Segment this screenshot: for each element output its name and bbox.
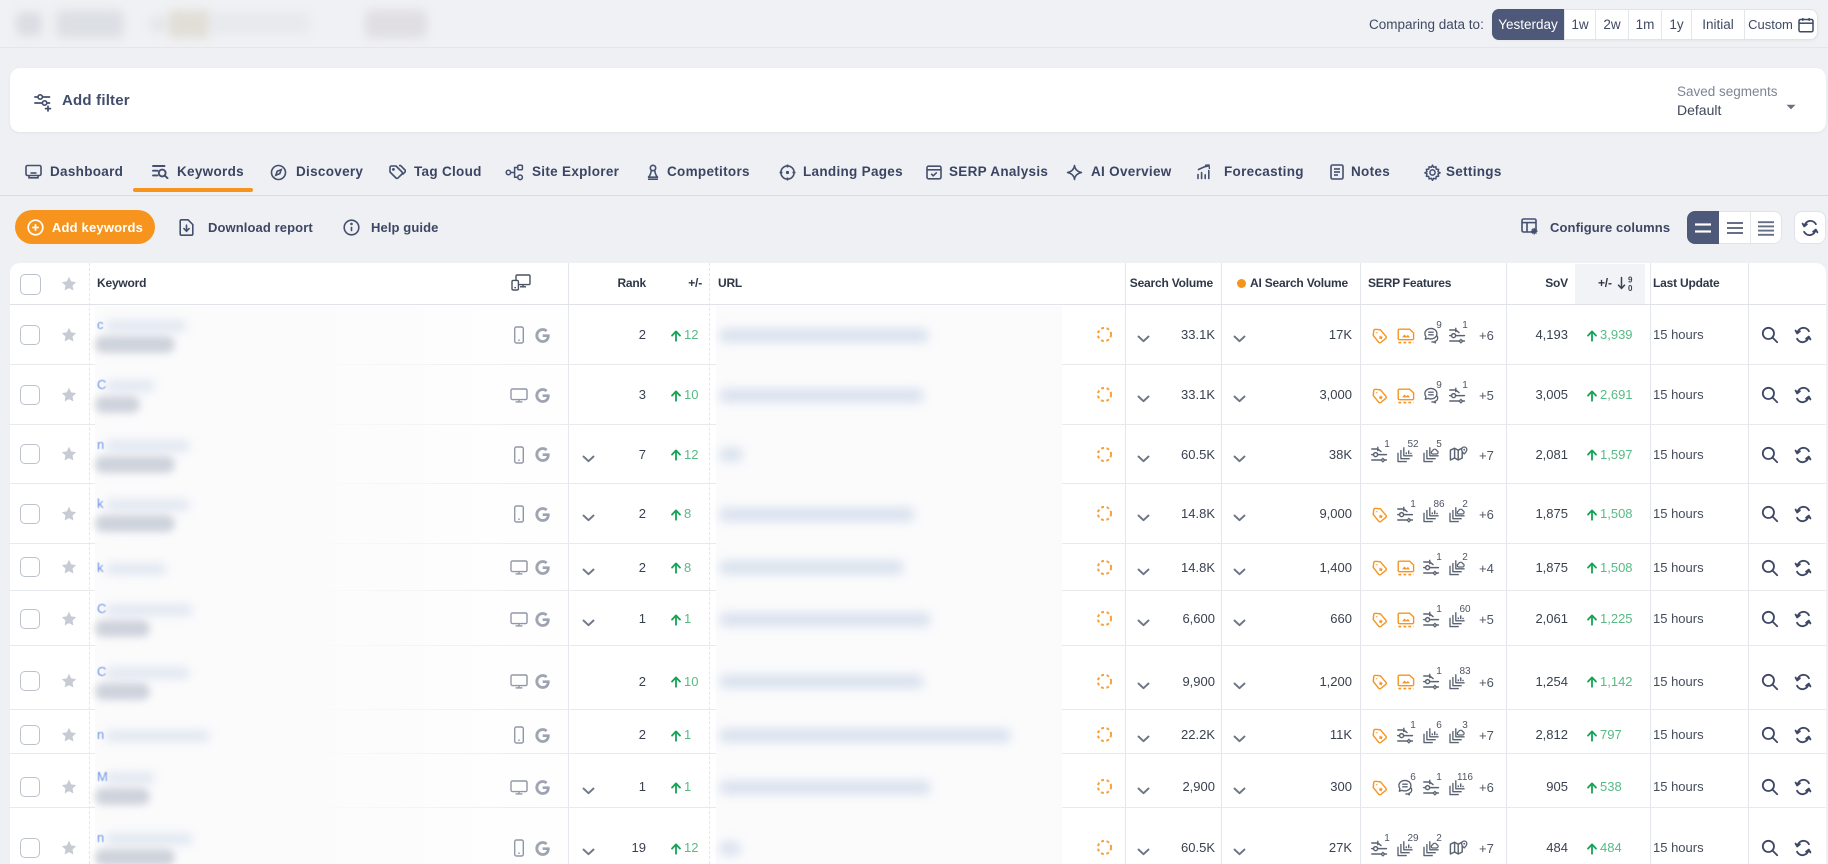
svg-text:0: 0	[1628, 284, 1633, 292]
